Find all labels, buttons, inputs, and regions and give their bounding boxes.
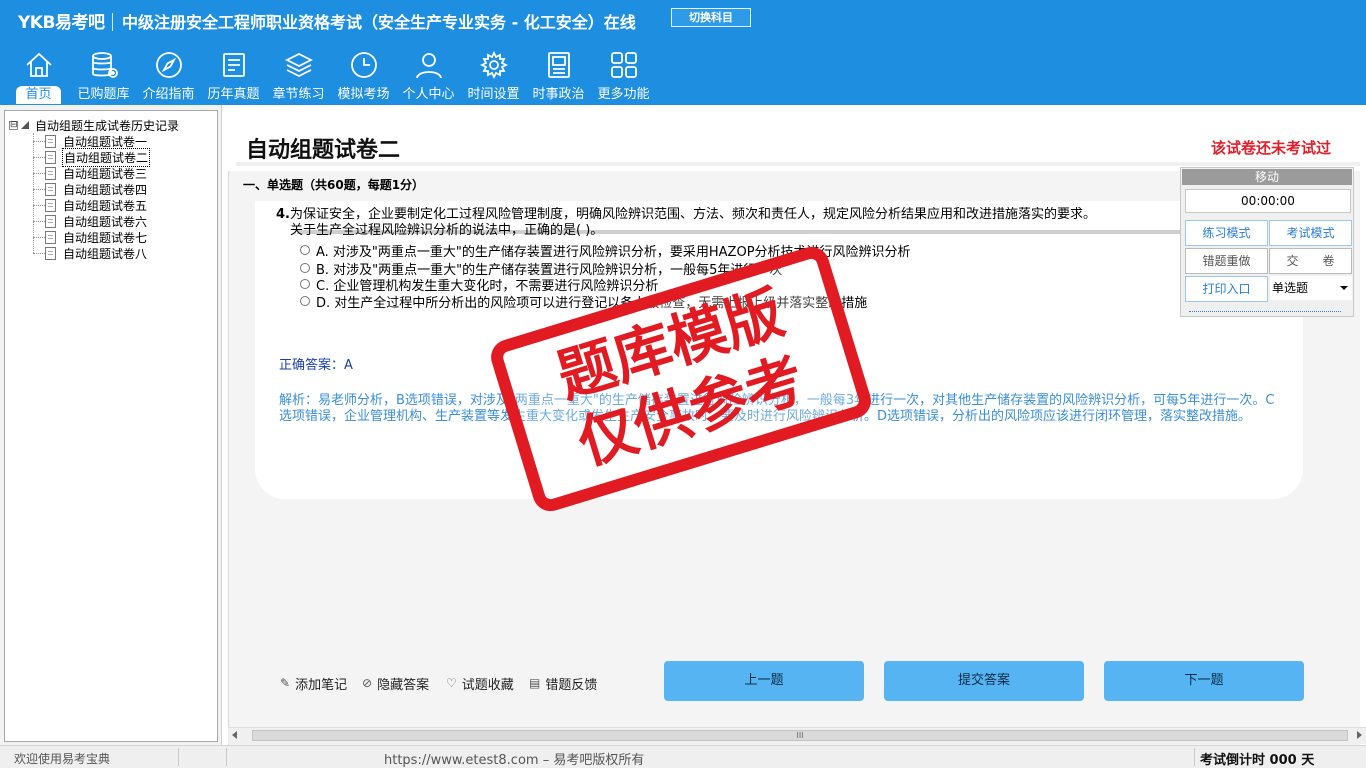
exam-control-panel: 移动 00:00:00 练习模式 考试模式 错题重做 交 卷 打印入口 单选题	[1180, 167, 1354, 317]
nav-home-label: 首页	[16, 86, 61, 104]
panel-scrollbar[interactable]	[1189, 311, 1341, 312]
document-icon	[45, 246, 56, 260]
hide-answer-button[interactable]: ⊘ 隐藏答案	[362, 674, 429, 693]
feedback-icon: ▤	[529, 676, 541, 690]
nav-guide[interactable]: 介绍指南	[136, 46, 201, 104]
collapse-icon[interactable]: ⊟	[9, 120, 18, 130]
app-logo: YKB易考吧	[18, 8, 114, 33]
practice-mode-button[interactable]: 练习模式	[1185, 220, 1268, 246]
tree-item-paper-4[interactable]: 自动组题试卷四	[33, 181, 148, 197]
heart-icon: ♡	[446, 676, 457, 690]
tree-item-paper-5[interactable]: 自动组题试卷五	[33, 197, 148, 213]
print-button[interactable]: 打印入口	[1185, 276, 1268, 302]
nav-purchased-label: 已购题库	[77, 87, 130, 102]
history-tree: ⊟ 自动组题生成试卷历史记录 自动组题试卷一 自动组题试卷二 自动组题试卷三 自…	[4, 110, 218, 742]
nav-personal-label: 个人中心	[402, 87, 455, 102]
scroll-right-icon[interactable]	[1357, 731, 1362, 739]
favorite-question-button[interactable]: ♡ 试题收藏	[446, 674, 514, 693]
prev-question-button[interactable]: 上一题	[664, 661, 864, 701]
pencil-icon: ✎	[280, 676, 291, 690]
home-icon	[25, 52, 52, 77]
nav-mock-exam[interactable]: 模拟考场	[331, 46, 396, 104]
tree-item-paper-6[interactable]: 自动组题试卷六	[33, 213, 148, 229]
nav-purchased-banks[interactable]: 已购题库	[71, 46, 136, 104]
tree-item-paper-7[interactable]: 自动组题试卷七	[33, 229, 148, 245]
notes-icon	[222, 53, 245, 77]
scroll-left-icon[interactable]	[232, 731, 237, 739]
exam-countdown: 考试倒计时 000 天	[1200, 753, 1315, 768]
redo-wrong-button[interactable]: 错题重做	[1185, 248, 1268, 274]
layers-icon	[284, 52, 313, 78]
document-icon	[45, 134, 56, 148]
compass-icon	[155, 52, 182, 78]
switch-subject-button[interactable]: 切换科目	[671, 8, 751, 27]
radio-a[interactable]	[300, 245, 310, 255]
paper-title-bar: 自动组题试卷二 该试卷还未考试过	[236, 126, 1360, 166]
clock-icon	[350, 52, 377, 78]
tree-item-paper-3[interactable]: 自动组题试卷三	[33, 165, 148, 181]
tree-root-label: 自动组题生成试卷历史记录	[35, 118, 180, 133]
grid-icon	[610, 52, 637, 78]
nav-more[interactable]: 更多功能	[591, 46, 656, 104]
document-icon	[45, 214, 56, 228]
timer-display: 00:00:00	[1185, 189, 1351, 213]
user-icon	[415, 53, 442, 79]
nav-chapter-label: 章节练习	[272, 87, 325, 102]
submit-answer-button[interactable]: 提交答案	[884, 661, 1084, 701]
copyright-url: https://www.etest8.com – 易考吧版权所有	[384, 753, 645, 768]
nav-affairs-label: 时事政治	[532, 87, 585, 102]
paper-status: 该试卷还未考试过	[1211, 139, 1332, 157]
question-type-select[interactable]: 单选题	[1270, 276, 1352, 300]
section-heading: 一、单选题（共60题，每题1分）	[243, 178, 425, 192]
document-icon	[45, 166, 56, 180]
document-icon	[45, 182, 56, 196]
status-bar: 欢迎使用易考宝典 https://www.etest8.com – 易考吧版权所…	[0, 745, 1366, 768]
error-feedback-button[interactable]: ▤ 错题反馈	[529, 674, 597, 693]
exam-mode-button[interactable]: 考试模式	[1269, 220, 1352, 246]
nav-current-affairs[interactable]: 时事政治	[526, 46, 591, 104]
option-c[interactable]: C. 企业管理机构发生重大变化时，不需要进行风险辨识分析	[300, 276, 658, 294]
tree-item-paper-2[interactable]: 自动组题试卷二	[33, 147, 151, 167]
welcome-text: 欢迎使用易考宝典	[14, 752, 111, 766]
tree-item-paper-8[interactable]: 自动组题试卷八	[33, 245, 148, 261]
eye-off-icon: ⊘	[362, 676, 373, 690]
exam-title: 中级注册安全工程师职业资格考试（安全生产专业实务 - 化工安全）在线	[122, 13, 636, 32]
correct-answer: 正确答案：A	[279, 358, 353, 373]
scroll-thumb[interactable]: III	[252, 730, 1348, 741]
nav-time-label: 时间设置	[467, 87, 520, 102]
add-note-button[interactable]: ✎ 添加笔记	[280, 674, 347, 693]
nav-personal-center[interactable]: 个人中心	[396, 46, 461, 104]
paper-title: 自动组题试卷二	[246, 138, 401, 163]
nav-guide-label: 介绍指南	[142, 87, 195, 102]
document-icon	[45, 150, 56, 164]
tree-root[interactable]: ⊟ 自动组题生成试卷历史记录	[9, 117, 179, 133]
move-handle[interactable]: 移动	[1182, 169, 1352, 185]
app-header: YKB易考吧 中级注册安全工程师职业资格考试（安全生产专业实务 - 化工安全）在…	[0, 0, 1366, 105]
submit-paper-button[interactable]: 交 卷	[1269, 248, 1352, 274]
nav-past-exams[interactable]: 历年真题	[201, 46, 266, 104]
main-nav: 首页 已购题库 介绍指南 历年真题 章节练习 模拟考场 个人中心 时间设置 时事…	[6, 46, 656, 104]
radio-b[interactable]	[300, 263, 310, 273]
nav-home[interactable]: 首页	[6, 46, 71, 104]
database-icon	[91, 52, 118, 78]
folder-triangle-icon	[21, 121, 29, 129]
nav-time-settings[interactable]: 时间设置	[461, 46, 526, 104]
question-stem: 4.为保证安全，企业要制定化工过程风险管理制度，明确风险辨识范围、方法、频次和责…	[276, 207, 1096, 238]
document-icon	[45, 198, 56, 212]
nav-chapter-practice[interactable]: 章节练习	[266, 46, 331, 104]
radio-d[interactable]	[300, 296, 310, 306]
nav-past-label: 历年真题	[207, 87, 260, 102]
newspaper-icon	[547, 52, 570, 78]
next-question-button[interactable]: 下一题	[1104, 661, 1304, 701]
gear-icon	[479, 50, 508, 80]
document-icon	[45, 230, 56, 244]
horizontal-scrollbar[interactable]: III	[228, 727, 1366, 744]
nav-more-label: 更多功能	[597, 87, 650, 102]
radio-c[interactable]	[300, 279, 310, 289]
nav-mock-label: 模拟考场	[337, 87, 390, 102]
left-panel: ⊟ 自动组题生成试卷历史记录 自动组题试卷一 自动组题试卷二 自动组题试卷三 自…	[0, 105, 222, 745]
